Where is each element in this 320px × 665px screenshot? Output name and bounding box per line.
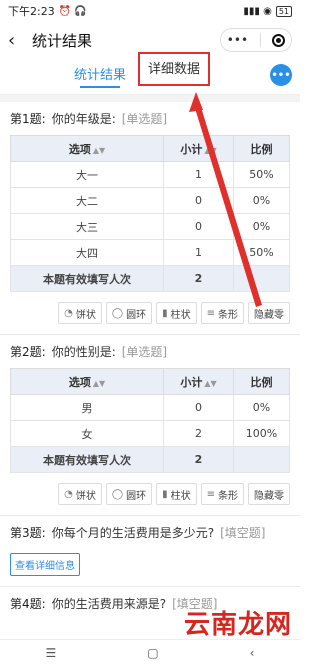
view-detail-button[interactable]: 查看详细信息 [10, 553, 80, 576]
header-count[interactable]: 小计 ▲▼ [163, 368, 234, 395]
question-2: 第2题: 你的性别是: [单选题] 选项 ▲▼ 小计 ▲▼ 比例 男 0 0% 女 2 10… [0, 335, 300, 516]
watermark-logo: 云南龙网 [183, 610, 292, 640]
more-options-button[interactable]: ••• [270, 64, 292, 86]
menu-icon[interactable]: ☰ [46, 646, 57, 660]
sort-icon: ▲▼ [204, 145, 217, 155]
column-button[interactable]: ▮ 柱状 [156, 302, 197, 324]
question-text: 你的生活费用来源是? [51, 597, 167, 611]
question-3: 第3题: 你每个月的生活费用是多少元? [填空题] 查看详细信息 [0, 516, 300, 587]
ring-button[interactable]: ◯ 圆环 [105, 302, 153, 324]
table-row: 大三 0 0% [10, 213, 290, 240]
header-ratio: 比例 [233, 135, 290, 162]
hide-zero-button[interactable]: 隐藏零 [248, 302, 290, 324]
chart-type-buttons: ◔ 饼状 ◯ 圆环 ▮ 柱状 ≡ 条形 隐藏零 [10, 302, 290, 324]
table-row: 男 0 0% [10, 394, 290, 421]
header-count[interactable]: 小计 ▲▼ [163, 135, 234, 162]
back-icon[interactable]: ‹ [8, 30, 28, 51]
sort-icon: ▲▼ [204, 378, 217, 388]
question-text: 你的性别是: [51, 345, 116, 359]
sort-icon: ▲▼ [92, 378, 106, 388]
question-text: 你的年级是: [51, 112, 116, 126]
question-type: [填空题] [220, 526, 266, 540]
table-row: 大四 1 50% [10, 239, 290, 266]
question-1: 第1题: 你的年级是: [单选题] 选项 ▲▼ 小计 ▲▼ 比例 大一 1 50% 大二… [0, 102, 300, 335]
total-row: 本题有效填写人次 2 [10, 265, 290, 292]
tab-statistics[interactable]: 统计结果 [74, 58, 126, 88]
total-row: 本题有效填写人次 2 [10, 446, 290, 473]
battery-icon: 51 [275, 5, 292, 17]
alarm-headphone-icons: ⏰ 🎧 [58, 5, 87, 17]
sort-icon: ▲▼ [92, 145, 106, 155]
ring-icon: ◯ [111, 307, 124, 319]
question-type: [单选题] [121, 112, 168, 126]
pie-icon: ◔ [64, 307, 73, 319]
home-icon[interactable]: ▢ [147, 646, 158, 660]
bar-button[interactable]: ≡ 条形 [200, 302, 244, 324]
question-type: [单选题] [121, 345, 168, 359]
tab-detail-data[interactable]: 详细数据 [138, 52, 211, 86]
question-number: 第1题: [10, 112, 46, 126]
question-number: 第2题: [10, 345, 46, 359]
tab-bar: 统计结果 详细数据 ••• [0, 52, 300, 94]
question-text: 你每个月的生活费用是多少元? [51, 526, 215, 540]
close-target-icon[interactable] [272, 33, 286, 47]
column-icon: ▮ [162, 488, 168, 500]
page-title: 统计结果 [32, 31, 93, 50]
column-icon: ▮ [162, 307, 168, 319]
table-row: 女 2 100% [10, 420, 290, 447]
column-button[interactable]: ▮ 柱状 [156, 483, 197, 505]
mini-program-capsule: ••• [220, 28, 292, 52]
signal-icon: ▮▮▮ ◉ [243, 5, 272, 17]
status-bar: 下午2:23 ⏰ 🎧 ▮▮▮ ◉ 51 [0, 0, 300, 22]
divider [0, 94, 300, 102]
hide-zero-button[interactable]: 隐藏零 [248, 483, 290, 505]
table-row: 大二 0 0% [10, 187, 290, 214]
question-number: 第4题: [10, 597, 46, 611]
bar-icon: ≡ [206, 488, 215, 500]
back-nav-icon[interactable]: ‹ [250, 646, 255, 660]
chart-type-buttons: ◔ 饼状 ◯ 圆环 ▮ 柱状 ≡ 条形 隐藏零 [10, 483, 290, 505]
header-option[interactable]: 选项 ▲▼ [10, 368, 164, 395]
pie-icon: ◔ [64, 488, 73, 500]
header-ratio: 比例 [233, 368, 290, 395]
ring-button[interactable]: ◯ 圆环 [105, 483, 153, 505]
pie-button[interactable]: ◔ 饼状 [58, 302, 102, 324]
ring-icon: ◯ [111, 488, 124, 500]
bar-button[interactable]: ≡ 条形 [200, 483, 244, 505]
system-nav-bar: ☰ ▢ ‹ [0, 639, 300, 665]
status-time: 下午2:23 [8, 5, 55, 18]
question-number: 第3题: [10, 526, 46, 540]
stats-table: 选项 ▲▼ 小计 ▲▼ 比例 大一 1 50% 大二 0 0% 大三 0 0% 大四 1 50% 本… [10, 135, 290, 292]
header-option[interactable]: 选项 ▲▼ [10, 135, 164, 162]
pie-button[interactable]: ◔ 饼状 [58, 483, 102, 505]
menu-dots-icon[interactable]: ••• [227, 33, 248, 47]
bar-icon: ≡ [206, 307, 215, 319]
stats-table: 选项 ▲▼ 小计 ▲▼ 比例 男 0 0% 女 2 100% 本题有效填写人次 2 [10, 368, 290, 473]
table-row: 大一 1 50% [10, 161, 290, 188]
